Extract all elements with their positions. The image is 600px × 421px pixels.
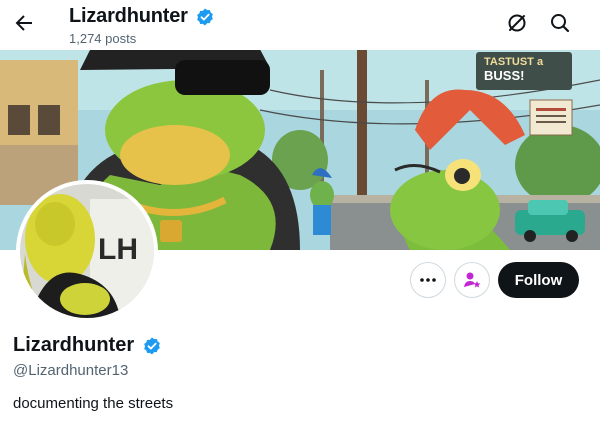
- sign-line-1: TASTUST a: [484, 56, 544, 68]
- header-title-group: Lizardhunter: [69, 5, 215, 28]
- verified-badge-icon: [197, 8, 214, 25]
- profile-bio: documenting the streets: [13, 395, 174, 412]
- avatar-text: LH: [98, 233, 138, 266]
- sign-line-2: BUSS!: [484, 68, 524, 83]
- follow-button[interactable]: Follow: [498, 262, 579, 298]
- posts-count: 1,274 posts: [69, 31, 137, 46]
- profile-avatar[interactable]: LH: [16, 180, 158, 322]
- avatar-illustration: LH: [20, 184, 154, 318]
- grok-button[interactable]: [505, 11, 529, 35]
- search-button[interactable]: [548, 11, 572, 35]
- arrow-left-icon: [15, 15, 32, 31]
- page-title: Lizardhunter: [69, 5, 188, 27]
- subscribe-button[interactable]: [454, 262, 490, 298]
- search-icon: [551, 14, 570, 33]
- more-button[interactable]: [410, 262, 446, 298]
- profile-name-group: Lizardhunter: [13, 334, 162, 357]
- profile-handle: @Lizardhunter13: [13, 362, 129, 379]
- top-bar: Lizardhunter 1,274 posts: [0, 0, 600, 50]
- profile-name: Lizardhunter: [13, 334, 135, 356]
- more-horizontal-icon: [420, 278, 436, 282]
- back-button[interactable]: [12, 11, 36, 35]
- verified-badge-icon: [143, 337, 160, 354]
- grok-icon: [508, 14, 526, 32]
- subscribe-icon: [464, 272, 481, 288]
